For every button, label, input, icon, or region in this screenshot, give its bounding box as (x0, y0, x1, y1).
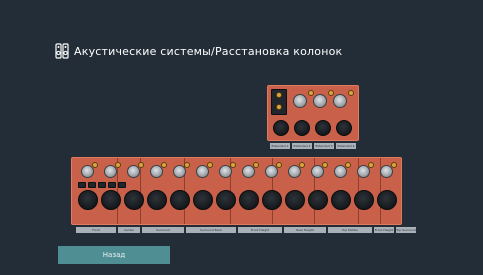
speaker-jack (333, 94, 347, 108)
xlr-jack (78, 190, 98, 210)
binding-post (92, 162, 98, 168)
xlr-jack (315, 120, 331, 136)
xlr-jack (308, 190, 328, 210)
binding-post (115, 162, 121, 168)
binding-post-block (78, 182, 86, 188)
xlr-jack (294, 120, 310, 136)
xlr-jack (101, 190, 121, 210)
binding-post (207, 162, 213, 168)
label-top-middle: Top Middle (328, 227, 372, 233)
speaker-jack (313, 94, 327, 108)
binding-post-block (88, 182, 96, 188)
channel-labels: Front Center Surround Surround Back Fron… (76, 227, 416, 233)
binding-post-block (118, 182, 126, 188)
label-rear-height: Rear Height (284, 227, 326, 233)
binding-post (276, 162, 282, 168)
label-surround-back: Surround Back (186, 227, 236, 233)
label-top-surround: Top Surround (396, 227, 416, 233)
binding-post-block (98, 182, 106, 188)
xlr-jack (147, 190, 167, 210)
xlr-jack (354, 190, 374, 210)
label-front-height-2: Front Height (374, 227, 394, 233)
label-extended-3: Extended 3 (314, 143, 334, 149)
label-surround: Surround (142, 227, 184, 233)
extended-terminals-panel (267, 85, 359, 141)
binding-post (161, 162, 167, 168)
xlr-jack (262, 190, 282, 210)
binding-post (368, 162, 374, 168)
binding-post (276, 92, 282, 98)
xlr-jack (331, 190, 351, 210)
label-front: Front (76, 227, 116, 233)
binding-post (345, 162, 351, 168)
binding-post (308, 90, 314, 96)
label-front-height: Front Height (238, 227, 282, 233)
speaker-terminals-panel (71, 157, 402, 225)
xlr-jack (216, 190, 236, 210)
label-extended-1: Extended 1 (270, 143, 290, 149)
xlr-jack (193, 190, 213, 210)
extended-labels: Extended 1 Extended 2 Extended 3 Extende… (270, 143, 356, 149)
binding-post (184, 162, 190, 168)
xlr-jack (336, 120, 352, 136)
speaker-jack (293, 94, 307, 108)
binding-post-block (108, 182, 116, 188)
xlr-jack (273, 120, 289, 136)
label-extended-4: Extended 4 (336, 143, 356, 149)
binding-post (391, 162, 397, 168)
binding-post (348, 90, 354, 96)
binding-post (253, 162, 259, 168)
label-extended-2: Extended 2 (292, 143, 312, 149)
back-button[interactable]: Назад (58, 246, 170, 264)
binding-post (276, 104, 282, 110)
label-center: Center (118, 227, 140, 233)
page-title: Акустические системы/Расстановка колонок (74, 44, 343, 58)
speaker-setup-icon (55, 43, 69, 59)
xlr-jack (239, 190, 259, 210)
page-header: Акустические системы/Расстановка колонок (55, 42, 342, 60)
xlr-jack (124, 190, 144, 210)
binding-post (138, 162, 144, 168)
binding-post (328, 90, 334, 96)
xlr-jack (170, 190, 190, 210)
binding-post (299, 162, 305, 168)
binding-post (230, 162, 236, 168)
xlr-jack (285, 190, 305, 210)
binding-post (322, 162, 328, 168)
xlr-jack (377, 190, 397, 210)
